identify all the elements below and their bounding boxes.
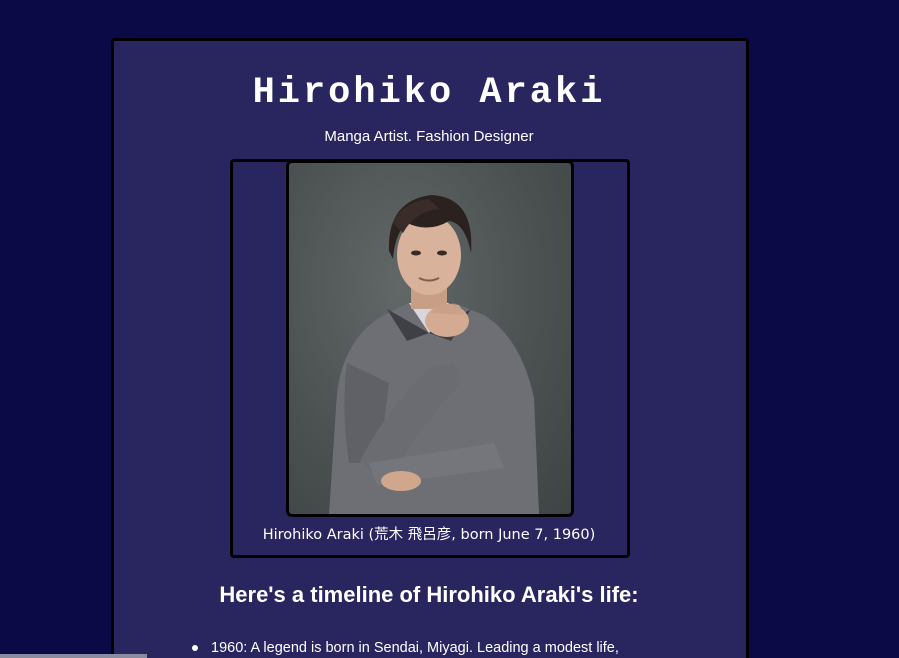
timeline-item-text: 1960: A legend is born in Sendai, Miyagi…: [211, 640, 619, 656]
timeline-item: 1960: A legend is born in Sendai, Miyagi…: [192, 638, 712, 658]
page: Hirohiko Araki Manga Artist. Fashion Des…: [0, 0, 899, 658]
portrait-illustration: [329, 195, 539, 514]
bullet-icon: [192, 645, 198, 651]
timeline-heading: Here's a timeline of Hirohiko Araki's li…: [219, 582, 639, 607]
horizontal-scrollbar[interactable]: [0, 654, 147, 658]
timeline-list: 1960: A legend is born in Sendai, Miyagi…: [192, 638, 712, 658]
page-subtitle: Manga Artist. Fashion Designer: [324, 128, 534, 145]
photo-caption: Hirohiko Araki (荒木 飛呂彦, born June 7, 196…: [262, 527, 596, 543]
page-title: Hirohiko Araki: [252, 72, 606, 114]
portrait-photo: [286, 160, 574, 517]
